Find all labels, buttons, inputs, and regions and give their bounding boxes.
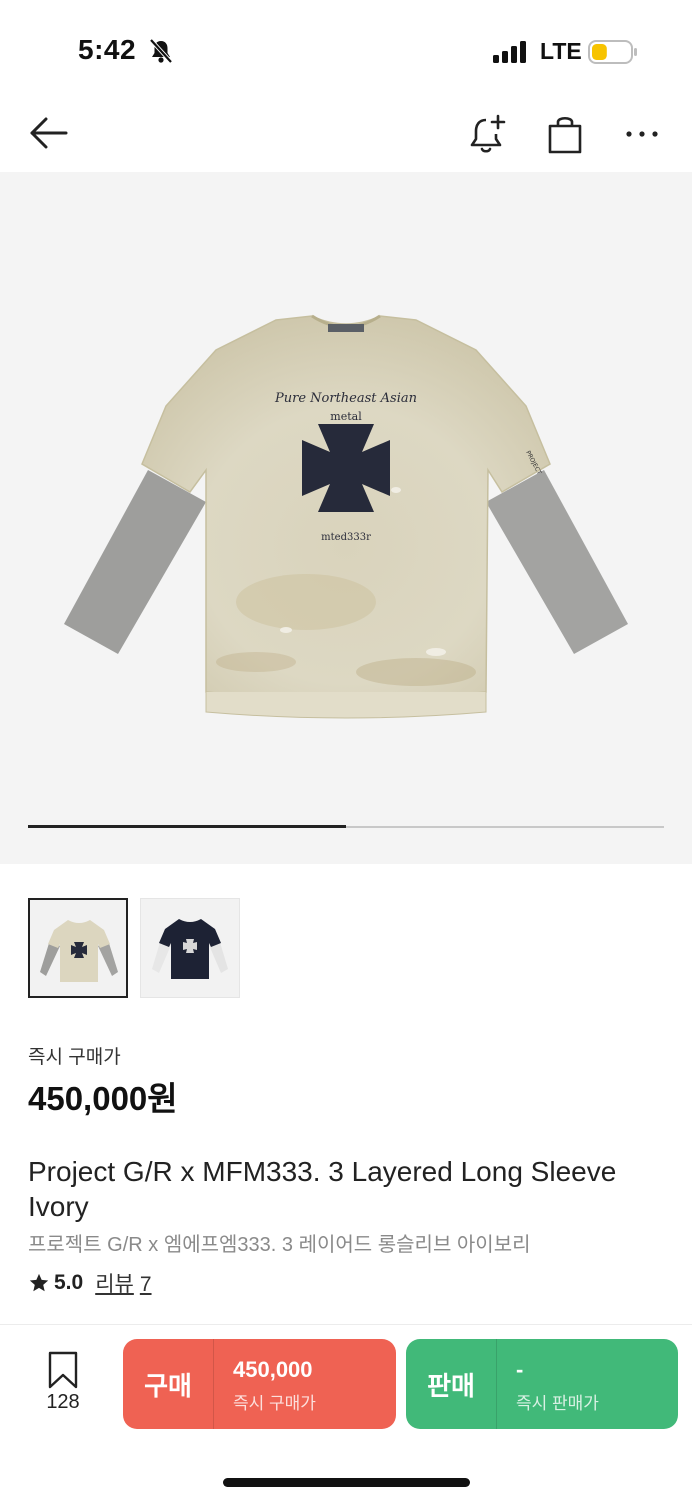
instant-buy-price-label: 즉시 구매가 (28, 1047, 121, 1068)
buy-button-label: 구매 (144, 1370, 192, 1401)
sell-button[interactable]: 판매 - 즉시 판매가 (406, 1339, 678, 1429)
signal-icon (493, 41, 526, 63)
bookmark-icon (48, 1351, 78, 1389)
more-horizontal-icon[interactable] (620, 112, 664, 156)
review-count: 7 (139, 1273, 152, 1296)
review-link[interactable]: 리뷰 7 (95, 1268, 151, 1298)
gallery-progress-bar (28, 825, 664, 828)
shopping-bag-icon[interactable] (544, 112, 586, 156)
gallery-progress-fill (28, 825, 346, 828)
sell-button-price: - (516, 1357, 524, 1382)
home-indicator[interactable] (223, 1478, 470, 1487)
network-type: LTE (540, 38, 582, 64)
buy-button[interactable]: 구매 450,000 즉시 구매가 (123, 1339, 396, 1429)
sell-button-divider (496, 1339, 497, 1429)
thumbnail-navy-image (152, 919, 228, 979)
rating-row: 5.0 리뷰 7 (28, 1268, 152, 1298)
star-icon (29, 1273, 49, 1292)
buy-button-price: 450,000 (233, 1357, 313, 1382)
nav-bar (0, 100, 692, 172)
status-time: 5:42 (78, 34, 137, 65)
wishlist-count: 128 (46, 1391, 80, 1413)
instant-buy-price: 450,000원 (28, 1080, 178, 1117)
sell-button-label: 판매 (427, 1370, 475, 1401)
bell-plus-icon[interactable] (466, 112, 510, 156)
print-line2: metal (330, 410, 362, 423)
buy-button-divider (213, 1339, 214, 1429)
thumbnail-navy[interactable] (140, 898, 240, 998)
product-image-carousel[interactable]: Pure Northeast Asian metal mted333r PROJ… (0, 172, 692, 864)
status-bar: 5:42 LTE (0, 0, 692, 100)
print-line1: Pure Northeast Asian (274, 391, 417, 406)
wishlist-button[interactable]: 128 (30, 1351, 96, 1421)
bell-off-icon (149, 38, 173, 64)
battery-icon (588, 40, 637, 64)
buy-button-sublabel: 즉시 구매가 (233, 1394, 316, 1413)
rating-score: 5.0 (54, 1271, 84, 1294)
bottom-action-bar: 128 구매 450,000 즉시 구매가 판매 - 즉시 판매가 (0, 1324, 692, 1444)
print-line3: mted333r (321, 532, 371, 543)
product-title: Project G/R x MFM333. 3 Layered Long Sle… (28, 1156, 617, 1222)
product-title-korean: 프로젝트 G/R x 엠에프엠333. 3 레이어드 롱슬리브 아이보리 (28, 1234, 531, 1256)
review-label: 리뷰 (95, 1273, 134, 1296)
sell-button-sublabel: 즉시 판매가 (516, 1394, 599, 1413)
thumbnail-ivory-image (40, 920, 118, 982)
back-arrow-icon[interactable] (28, 112, 70, 154)
thumbnail-ivory[interactable] (28, 898, 128, 998)
product-image: Pure Northeast Asian metal mted333r PROJ… (64, 314, 628, 719)
